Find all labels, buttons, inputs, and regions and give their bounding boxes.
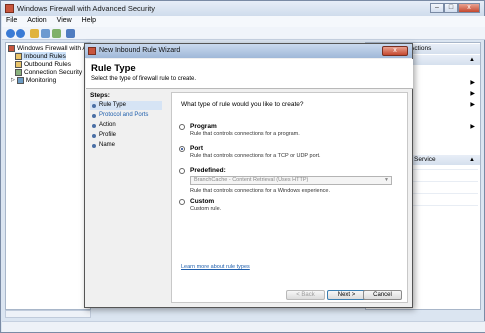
firewall-app-icon bbox=[88, 47, 96, 55]
step-label: Protocol and Ports bbox=[99, 112, 149, 118]
tree-item-label: Monitoring bbox=[25, 76, 57, 84]
chevron-right-icon[interactable]: ▶ bbox=[470, 123, 475, 130]
chevron-down-icon: ▼ bbox=[384, 177, 389, 183]
step-bullet-icon bbox=[92, 124, 96, 128]
help-icon[interactable] bbox=[66, 29, 75, 38]
step-label: Name bbox=[99, 142, 116, 148]
up-icon[interactable] bbox=[30, 29, 39, 38]
wizard-title: New Inbound Rule Wizard bbox=[99, 47, 181, 54]
rule-type-question: What type of rule would you like to crea… bbox=[181, 101, 304, 108]
service-label: Service bbox=[414, 156, 436, 163]
menu-help[interactable]: Help bbox=[78, 16, 100, 25]
collapse-icon[interactable]: ▲ bbox=[469, 155, 475, 165]
option-custom-label[interactable]: Custom bbox=[190, 198, 214, 205]
tree-item-monitoring[interactable]: ▷ Monitoring bbox=[11, 76, 56, 84]
wizard-content: What type of rule would you like to crea… bbox=[171, 92, 408, 303]
step-bullet-icon bbox=[92, 144, 96, 148]
status-bar bbox=[2, 321, 485, 332]
wizard-header: Rule Type Select the type of firewall ru… bbox=[86, 59, 413, 89]
option-program-desc: Rule that controls connections for a pro… bbox=[190, 131, 300, 137]
new-inbound-rule-wizard: New Inbound Rule Wizard x Rule Type Sele… bbox=[84, 43, 413, 308]
inbound-rules-icon bbox=[15, 52, 22, 60]
radio-custom[interactable] bbox=[179, 199, 185, 205]
predefined-select[interactable]: BranchCache - Content Retrieval (Uses HT… bbox=[190, 176, 392, 185]
step-label: Rule Type bbox=[99, 102, 126, 108]
outbound-rules-icon bbox=[15, 60, 22, 68]
next-button[interactable]: Next > bbox=[327, 290, 366, 300]
expand-icon[interactable]: ▷ bbox=[11, 77, 15, 83]
close-button[interactable]: x bbox=[458, 3, 480, 13]
minimize-button[interactable]: – bbox=[430, 3, 444, 13]
step-bullet-icon bbox=[92, 134, 96, 138]
option-port-desc: Rule that controls connections for a TCP… bbox=[190, 153, 321, 159]
back-button[interactable]: < Back bbox=[286, 290, 325, 300]
tree-item-outbound-rules[interactable]: Outbound Rules bbox=[15, 60, 71, 68]
firewall-app-icon bbox=[5, 4, 14, 13]
page-title: Rule Type bbox=[91, 63, 136, 74]
wizard-close-button[interactable]: x bbox=[382, 46, 408, 56]
back-icon[interactable] bbox=[6, 29, 15, 38]
forward-icon[interactable] bbox=[16, 29, 25, 38]
menu-file[interactable]: File bbox=[2, 16, 21, 25]
step-rule-type: Rule Type bbox=[90, 101, 162, 110]
window-title: Windows Firewall with Advanced Security bbox=[17, 4, 155, 13]
steps-panel: Steps: Rule Type Protocol and Ports Acti… bbox=[90, 92, 162, 303]
tree-item-label: Outbound Rules bbox=[24, 60, 71, 68]
step-bullet-icon bbox=[92, 114, 96, 118]
title-bar: Windows Firewall with Advanced Security … bbox=[1, 1, 484, 16]
tree-item-label: Inbound Rules bbox=[24, 52, 66, 60]
horizontal-scrollbar[interactable] bbox=[5, 310, 91, 318]
tree-item-inbound-rules[interactable]: Inbound Rules bbox=[15, 52, 66, 60]
radio-port[interactable] bbox=[179, 146, 185, 152]
tree-item-label: Connection Security Ru bbox=[24, 68, 93, 76]
connection-security-icon bbox=[15, 68, 22, 76]
maximize-button[interactable]: □ bbox=[444, 3, 458, 13]
radio-program[interactable] bbox=[179, 124, 185, 130]
window-controls: – □ x bbox=[430, 3, 480, 14]
chevron-right-icon[interactable]: ▶ bbox=[470, 90, 475, 97]
tree-item-connection-security[interactable]: Connection Security Ru bbox=[15, 68, 92, 76]
option-predefined-desc: Rule that controls connections for a Win… bbox=[190, 188, 331, 194]
refresh-icon[interactable] bbox=[52, 29, 61, 38]
steps-label: Steps: bbox=[90, 92, 110, 99]
step-action: Action bbox=[90, 121, 162, 130]
monitoring-icon bbox=[16, 76, 24, 84]
radio-predefined[interactable] bbox=[179, 168, 185, 174]
step-label: Action bbox=[99, 122, 116, 128]
option-predefined-label[interactable]: Predefined: bbox=[190, 167, 226, 174]
collapse-icon[interactable]: ▲ bbox=[469, 55, 475, 65]
learn-more-link[interactable]: Learn more about rule types bbox=[181, 264, 250, 270]
step-protocol-ports: Protocol and Ports bbox=[90, 111, 162, 120]
step-profile: Profile bbox=[90, 131, 162, 140]
cancel-button[interactable]: Cancel bbox=[363, 290, 402, 300]
option-custom-desc: Custom rule. bbox=[190, 206, 222, 212]
menu-bar: File Action View Help bbox=[2, 16, 485, 27]
chevron-right-icon[interactable]: ▶ bbox=[470, 101, 475, 108]
menu-action[interactable]: Action bbox=[23, 16, 50, 25]
option-port-label[interactable]: Port bbox=[190, 145, 203, 152]
predefined-select-value: BranchCache - Content Retrieval (Uses HT… bbox=[194, 177, 309, 183]
step-name: Name bbox=[90, 141, 162, 150]
navigation-tree: Windows Firewall with Adva Inbound Rules… bbox=[5, 42, 97, 310]
step-bullet-icon bbox=[92, 104, 96, 108]
wizard-title-bar: New Inbound Rule Wizard x bbox=[85, 44, 412, 58]
toolbar bbox=[2, 27, 485, 40]
properties-icon[interactable] bbox=[41, 29, 50, 38]
chevron-right-icon[interactable]: ▶ bbox=[470, 79, 475, 86]
page-subtitle: Select the type of firewall rule to crea… bbox=[91, 76, 197, 82]
step-label: Profile bbox=[99, 132, 117, 138]
menu-view[interactable]: View bbox=[53, 16, 76, 25]
option-program-label[interactable]: Program bbox=[190, 123, 217, 130]
firewall-icon bbox=[8, 44, 15, 52]
